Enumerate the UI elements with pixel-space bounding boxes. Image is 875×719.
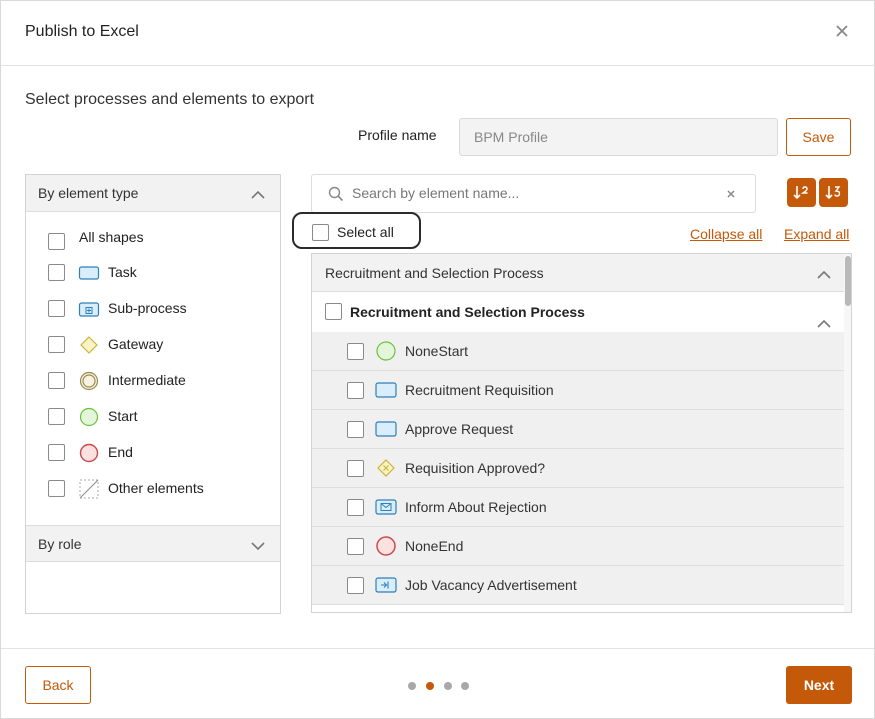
clear-search-icon[interactable] <box>725 187 737 203</box>
subprocess-icon <box>78 298 100 320</box>
by-element-type-label: By element type <box>38 185 139 201</box>
list-item[interactable]: NoneStart <box>312 332 844 371</box>
search-input[interactable]: Search by element name... <box>352 185 519 201</box>
process-checkbox[interactable] <box>325 303 342 320</box>
process-list-panel: Recruitment and Selection Process Recrui… <box>311 253 852 613</box>
manual-task-icon <box>375 574 397 596</box>
by-element-type-header[interactable]: By element type <box>26 175 280 212</box>
select-all-checkbox[interactable] <box>312 224 329 241</box>
element-label: NoneStart <box>405 343 469 359</box>
next-button[interactable]: Next <box>786 666 852 704</box>
list-item[interactable]: Job Vacancy Advertisement <box>312 566 844 605</box>
dialog-subtitle: Select processes and elements to export <box>25 91 315 108</box>
type-label: Task <box>108 264 137 280</box>
process-row[interactable]: Recruitment and Selection Process <box>312 292 846 332</box>
list-item[interactable]: Approve Request <box>312 410 844 449</box>
checkbox[interactable] <box>347 382 364 399</box>
checkbox[interactable] <box>347 421 364 438</box>
start-event-icon <box>375 340 397 362</box>
type-label: Start <box>108 408 138 424</box>
task-icon <box>375 418 397 440</box>
close-icon[interactable] <box>832 21 852 41</box>
checkbox[interactable] <box>347 499 364 516</box>
wizard-step-dot <box>461 682 469 690</box>
type-label: Other elements <box>108 480 204 496</box>
collapse-all-link[interactable]: Collapse all <box>690 226 762 242</box>
chevron-up-icon[interactable] <box>816 316 832 332</box>
chevron-down-icon[interactable] <box>250 538 266 554</box>
wizard-step-dot <box>444 682 452 690</box>
process-group-label: Recruitment and Selection Process <box>325 265 544 281</box>
intermediate-event-icon <box>78 370 100 392</box>
expand-all-link[interactable]: Expand all <box>784 226 849 242</box>
type-label: End <box>108 444 133 460</box>
by-role-header[interactable]: By role <box>26 525 280 562</box>
type-label: Gateway <box>108 336 164 352</box>
end-event-icon <box>78 442 100 464</box>
checkbox[interactable] <box>347 343 364 360</box>
list-item[interactable]: Recruitment Requisition <box>312 371 844 410</box>
process-group-header[interactable]: Recruitment and Selection Process <box>312 254 846 292</box>
select-all-control[interactable]: Select all <box>292 212 421 249</box>
element-label: Recruitment Requisition <box>405 382 554 398</box>
send-task-icon <box>375 496 397 518</box>
checkbox[interactable] <box>48 264 65 281</box>
process-name: Recruitment and Selection Process <box>350 304 585 320</box>
checkbox[interactable] <box>48 336 65 353</box>
search-icon <box>328 186 344 205</box>
checkbox[interactable] <box>48 480 65 497</box>
sort-ascending-button[interactable] <box>787 178 816 207</box>
element-label: Requisition Approved? <box>405 460 546 476</box>
profile-name-label: Profile name <box>358 127 437 143</box>
element-label: Approve Request <box>405 421 514 437</box>
type-label: All shapes <box>79 229 144 245</box>
element-label: Inform About Rejection <box>405 499 547 515</box>
search-box[interactable]: Search by element name... <box>311 174 756 213</box>
list-item[interactable]: Inform About Rejection <box>312 488 844 527</box>
list-item[interactable]: NoneEnd <box>312 527 844 566</box>
filter-panel: By element type All shapes Task Sub-proc… <box>25 174 281 614</box>
type-label: Intermediate <box>108 372 186 388</box>
dialog-title: Publish to Excel <box>25 23 139 40</box>
by-role-label: By role <box>38 536 82 552</box>
sort-ascending-icon <box>793 186 808 200</box>
chevron-up-icon[interactable] <box>816 267 832 283</box>
element-label: Job Vacancy Advertisement <box>405 577 577 593</box>
other-elements-icon <box>78 478 100 500</box>
task-icon <box>375 379 397 401</box>
dialog-footer: Back Next <box>1 648 874 718</box>
task-icon <box>78 262 100 284</box>
chevron-up-icon[interactable] <box>250 187 266 203</box>
wizard-step-dot <box>408 682 416 690</box>
start-event-icon <box>78 406 100 428</box>
checkbox[interactable] <box>48 300 65 317</box>
element-list: NoneStart Recruitment Requisition Approv… <box>312 332 844 605</box>
checkbox[interactable] <box>48 444 65 461</box>
gateway-icon <box>375 457 397 479</box>
back-button[interactable]: Back <box>25 666 91 704</box>
wizard-step-dot-active <box>426 682 434 690</box>
type-label: Sub-process <box>108 300 187 316</box>
scrollbar-thumb[interactable] <box>845 256 851 306</box>
save-button[interactable]: Save <box>786 118 851 156</box>
checkbox[interactable] <box>347 577 364 594</box>
checkbox[interactable] <box>347 538 364 555</box>
profile-name-input[interactable]: BPM Profile <box>459 118 778 156</box>
gateway-icon <box>78 334 100 356</box>
sort-descending-icon <box>825 186 841 200</box>
dialog-header: Publish to Excel <box>1 1 874 66</box>
list-item[interactable]: Requisition Approved? <box>312 449 844 488</box>
element-label: NoneEnd <box>405 538 464 554</box>
checkbox[interactable] <box>48 408 65 425</box>
sort-descending-button[interactable] <box>819 178 848 207</box>
checkbox[interactable] <box>347 460 364 477</box>
select-all-label: Select all <box>337 224 394 240</box>
list-scrollbar[interactable] <box>844 254 851 612</box>
checkbox[interactable] <box>48 233 65 250</box>
end-event-icon <box>375 535 397 557</box>
publish-to-excel-dialog: Publish to Excel Select processes and el… <box>0 0 875 719</box>
checkbox[interactable] <box>48 372 65 389</box>
